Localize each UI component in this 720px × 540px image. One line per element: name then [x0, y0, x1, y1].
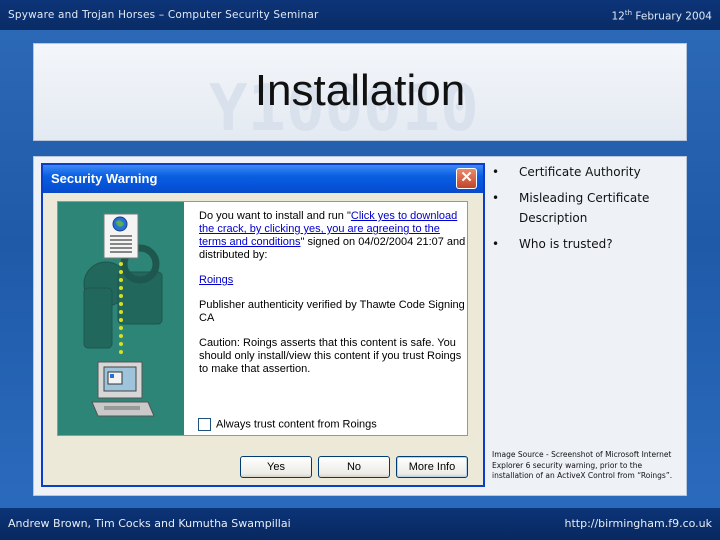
- more-info-button[interactable]: More Info: [396, 456, 468, 478]
- always-trust-label[interactable]: Always trust content from Roings: [216, 418, 377, 430]
- dialog-body: Do you want to install and run "Click ye…: [57, 201, 468, 436]
- no-button[interactable]: No: [318, 456, 390, 478]
- install-prompt: Do you want to install and run "Click ye…: [199, 210, 466, 261]
- dialog-message: Do you want to install and run "Click ye…: [199, 210, 467, 386]
- slide-date: 12th February 2004: [611, 9, 713, 23]
- title-panel: Y100010 Installation: [33, 43, 687, 141]
- authors: Andrew Brown, Tim Cocks and Kumutha Swam…: [8, 517, 291, 530]
- certificate-illustration-icon: [83, 213, 163, 417]
- certificate-sidebar: [58, 202, 184, 435]
- authenticity-text: Publisher authenticity verified by Thawt…: [199, 299, 465, 324]
- image-source-caption: Image Source - Screenshot of Microsoft I…: [492, 450, 673, 480]
- security-warning-dialog: Security Warning ✕ Do you want to instal…: [41, 163, 485, 487]
- dialog-title: Security Warning: [51, 171, 158, 186]
- close-button[interactable]: ✕: [456, 168, 477, 189]
- bullet-item: Misleading Certificate Description: [488, 188, 683, 228]
- footer-url: http://birmingham.f9.co.uk: [564, 517, 712, 530]
- seminar-title: Spyware and Trojan Horses – Computer Sec…: [8, 9, 319, 21]
- publisher-link[interactable]: Roings: [199, 274, 233, 286]
- yes-button[interactable]: Yes: [240, 456, 312, 478]
- bullet-item: Who is trusted?: [488, 234, 683, 254]
- always-trust-row[interactable]: Always trust content from Roings: [198, 418, 377, 431]
- bullet-list: Certificate Authority Misleading Certifi…: [488, 162, 683, 260]
- slide-header: Spyware and Trojan Horses – Computer Sec…: [0, 0, 720, 30]
- slide-footer: Andrew Brown, Tim Cocks and Kumutha Swam…: [0, 508, 720, 540]
- dialog-titlebar[interactable]: Security Warning ✕: [43, 165, 483, 193]
- always-trust-checkbox[interactable]: [198, 418, 211, 431]
- slide-title: Installation: [254, 66, 466, 115]
- bullet-item: Certificate Authority: [488, 162, 683, 182]
- caution-text: Caution: Roings asserts that this conten…: [199, 337, 462, 375]
